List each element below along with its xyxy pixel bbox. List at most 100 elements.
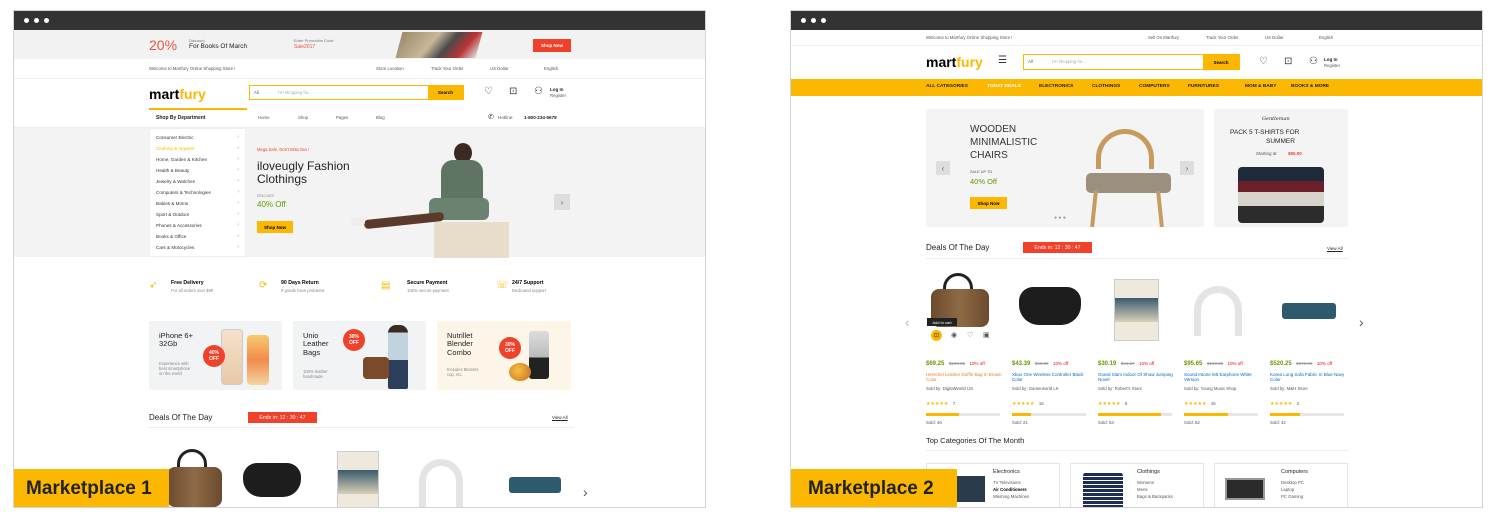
product-card[interactable]: $520.25 $575.99 10% off Korea Long Sofa … (1270, 352, 1350, 425)
headphones-product-image[interactable] (419, 459, 463, 507)
currency-select[interactable]: US Dollar (490, 66, 508, 71)
controller-product-image[interactable] (243, 463, 301, 497)
nav-blog[interactable]: Blog (376, 115, 385, 120)
promo-shop-now-button[interactable]: Shop Now (533, 39, 571, 52)
logo[interactable]: martfury (926, 55, 983, 69)
search-button[interactable]: Search (428, 86, 463, 99)
product-name[interactable]: Sound Intone I65 Earphone White Version (1184, 372, 1264, 383)
menu-icon[interactable]: ☰ (998, 56, 1007, 66)
deals-next-arrow[interactable]: › (583, 485, 588, 499)
sell-link[interactable]: Sell On Martfury (1148, 35, 1179, 40)
window-dot (821, 18, 826, 23)
search-input[interactable]: I'm shopping for... (1052, 59, 1086, 64)
promo-card-sub: Includes Blender, cup, etc. (447, 367, 480, 378)
nav-pages[interactable]: Pages (336, 115, 348, 120)
headphones-product-image[interactable] (1194, 286, 1242, 336)
category-link[interactable]: ELECTRONICS (1039, 84, 1073, 90)
heart-icon[interactable]: ♡ (967, 332, 973, 339)
product-name[interactable]: Herschel Leather Duffle Bag In Brown Col… (926, 372, 1006, 383)
search-category-select[interactable]: All (1028, 59, 1033, 64)
side-banner[interactable]: Gentleman PACK 5 T-SHIRTS FOR SUMMER Sta… (1214, 109, 1348, 227)
promo-card[interactable]: Unio Leather Bags 100% leather handmade … (293, 321, 426, 390)
deals-view-all[interactable]: View All (552, 415, 568, 421)
search-button[interactable]: Search (1203, 55, 1239, 69)
hero-shop-now-button[interactable]: Shop Now (257, 221, 293, 233)
search-input[interactable]: I'm shopping for... (278, 90, 312, 95)
book-product-image[interactable] (1114, 279, 1159, 341)
logo[interactable]: martfury (149, 87, 206, 101)
category-card-item[interactable]: Air Conditioners (993, 487, 1027, 492)
search-category-select[interactable]: All (254, 90, 259, 95)
slider-dots[interactable]: ● ● ● (1054, 216, 1066, 221)
prev-arrow[interactable]: ‹ (936, 161, 950, 175)
product-card[interactable]: $69.25 $109.25 10% off Herschel Leather … (926, 352, 1006, 425)
category-card-item[interactable]: PC Gaming (1281, 494, 1303, 499)
sold-progress (1184, 412, 1258, 416)
department-item-label: Consumer Electric (156, 135, 194, 140)
promo-card[interactable]: iPhone 6+ 32Gb Experience with best smar… (149, 321, 282, 390)
heart-icon[interactable]: ♡ (484, 87, 493, 97)
deals-prev-arrow[interactable]: ‹ (905, 315, 910, 329)
category-link[interactable]: BOOKS & MORE (1291, 84, 1329, 90)
hero-next-arrow[interactable]: › (554, 194, 570, 210)
store-location-link[interactable]: Store Location (376, 66, 404, 71)
user-icon[interactable]: ⚇ (1309, 57, 1318, 67)
product-name[interactable]: Korea Long Sofa Fabric In Blue Navy Colo… (1270, 372, 1350, 383)
deals-countdown: Ends in: 12 : 30 : 47 (248, 412, 317, 423)
category-link[interactable]: ALL CATEGORIES (926, 84, 968, 90)
cart-icon[interactable]: ⊡ (931, 330, 942, 341)
login-link[interactable]: Log In (550, 87, 564, 93)
chevron-right-icon: › (237, 233, 239, 239)
currency-select[interactable]: US Dollar (1265, 35, 1283, 40)
category-card-item[interactable]: Bags & Backpacks (1137, 494, 1173, 499)
category-card-item[interactable]: TV Televisions (993, 480, 1021, 485)
nav-shop[interactable]: Shop (298, 115, 308, 120)
category-card[interactable]: Clothings Womens Mens Bags & Backpacks (1070, 463, 1204, 507)
cart-icon[interactable]: ⊡ (1284, 57, 1292, 67)
category-card-item[interactable]: Washing Machines (993, 494, 1029, 499)
language-select[interactable]: English (544, 66, 558, 71)
category-card-item[interactable]: Womens (1137, 480, 1154, 485)
category-card-item[interactable]: Mens (1137, 487, 1148, 492)
promo-card[interactable]: Nutrillet Blender Combo Includes Blender… (437, 321, 571, 390)
product-name[interactable]: Grand Slam Indoor Of Show Jumping Novel (1098, 372, 1178, 383)
category-card[interactable]: Computers Desktop PC Laptop PC Gaming (1214, 463, 1348, 507)
sofa-product-image[interactable] (1282, 303, 1336, 319)
product-name[interactable]: Xbox One Wireless Controller Black Color (1012, 372, 1092, 383)
shop-by-department[interactable]: Shop By Department (156, 116, 205, 121)
book-product-image[interactable] (337, 451, 379, 507)
deals-next-arrow[interactable]: › (1359, 315, 1364, 329)
controller-product-image[interactable] (1019, 287, 1081, 325)
deals-divider (149, 427, 574, 428)
track-order-link[interactable]: Track Your Order (1206, 35, 1239, 40)
language-select[interactable]: English (1319, 35, 1333, 40)
product-card[interactable]: $43.39 $65.39 10% off Xbox One Wireless … (1012, 352, 1092, 425)
user-icon[interactable]: ⚇ (534, 87, 543, 97)
register-link[interactable]: Register (550, 93, 566, 98)
category-card-item[interactable]: Desktop PC (1281, 480, 1304, 485)
login-link[interactable]: Log In (1324, 57, 1338, 63)
promo-bar[interactable]: 20% Discount For Books Of March Enter Pr… (14, 30, 705, 59)
category-link[interactable]: FURNITURES (1188, 84, 1219, 90)
register-link[interactable]: Register (1324, 63, 1340, 68)
track-order-link[interactable]: Track Your Order (431, 66, 464, 71)
heart-icon[interactable]: ♡ (1259, 57, 1268, 67)
sold-progress (1012, 412, 1086, 416)
category-card-item[interactable]: Laptop (1281, 487, 1294, 492)
category-link[interactable]: TODAY DEALS (987, 84, 1021, 90)
eye-icon[interactable]: ◉ (951, 332, 957, 339)
nav-home[interactable]: Home (258, 115, 269, 120)
bag-product-image[interactable] (167, 449, 222, 507)
hero-shop-now-button[interactable]: Shop Now (970, 197, 1007, 209)
product-card[interactable]: $30.19 $41.27 10% off Grand Slam Indoor … (1098, 352, 1178, 425)
product-card[interactable]: $95.65 $150.00 10% off Sound Intone I65 … (1184, 352, 1264, 425)
compare-icon[interactable]: ▣ (983, 332, 990, 339)
sofa-product-image[interactable] (509, 477, 561, 493)
deals-view-all[interactable]: View All (1327, 246, 1343, 252)
next-arrow[interactable]: › (1180, 161, 1194, 175)
category-link[interactable]: MOM & BABY (1245, 84, 1276, 90)
category-link[interactable]: COMPUTERS (1139, 84, 1170, 90)
cart-icon[interactable]: ⊡ (509, 87, 517, 97)
hotline-number[interactable]: 1-800-234-5678 (524, 115, 557, 121)
category-link[interactable]: CLOTHINGS (1092, 84, 1120, 90)
